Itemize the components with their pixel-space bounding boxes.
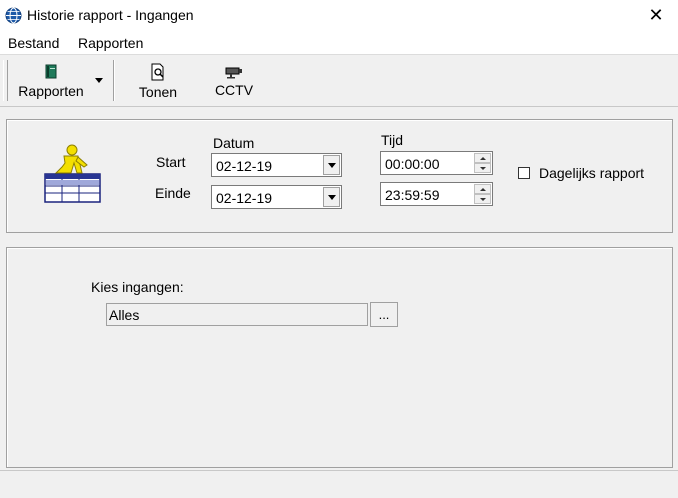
end-time-down-button[interactable] [474,194,491,204]
kies-ingangen-label: Kies ingangen: [91,279,184,295]
start-date-combo[interactable]: 02-12-19 [211,153,342,177]
window-title: Historie rapport - Ingangen [27,7,194,23]
chevron-down-icon [327,162,336,168]
camera-icon [225,67,242,79]
entrance-panel: Kies ingangen: Alles ... [6,247,673,468]
globe-icon [5,7,22,24]
tonen-toolbar-label: Tonen [138,84,178,100]
daily-report-checkbox[interactable] [518,167,530,179]
entrances-field[interactable]: Alles [106,303,368,326]
start-time-up-button[interactable] [474,153,491,163]
rapporten-toolbar-button[interactable]: Rapporten [14,58,88,104]
start-time-down-button[interactable] [474,163,491,173]
rapporten-toolbar-label: Rapporten [18,83,84,99]
daily-report-label: Dagelijks rapport [539,165,645,181]
end-time-value: 23:59:59 [385,187,440,203]
report-person-icon [44,144,101,203]
cctv-toolbar-button[interactable]: CCTV [210,58,258,104]
entrances-value: Alles [109,307,140,323]
browse-entrances-button[interactable]: ... [370,302,398,327]
toolbar-grip[interactable] [3,60,8,101]
chevron-down-icon[interactable] [95,78,103,83]
end-date-value: 02-12-19 [216,190,273,206]
start-time-value: 00:00:00 [385,156,440,172]
start-time-spinner[interactable]: 00:00:00 [380,151,493,175]
date-time-panel: Datum Tijd Start Einde 02-12-19 02-12-19… [6,119,673,233]
end-date-dropdown-button[interactable] [323,187,340,207]
menu-bestand[interactable]: Bestand [8,35,59,51]
end-time-spinner[interactable]: 23:59:59 [380,182,493,206]
title-bar: Historie rapport - Ingangen ✕ [0,0,678,32]
tonen-toolbar-button[interactable]: Tonen [134,58,182,104]
chevron-down-icon [327,194,336,200]
menu-bar: Bestand Rapporten [0,32,678,55]
end-time-up-button[interactable] [474,184,491,194]
book-icon [45,64,57,79]
tijd-label: Tijd [381,132,404,148]
menu-rapporten[interactable]: Rapporten [78,35,143,51]
end-date-combo[interactable]: 02-12-19 [211,185,342,209]
datum-label: Datum [213,135,255,151]
einde-label: Einde [155,185,191,201]
start-label: Start [156,154,186,170]
cctv-toolbar-label: CCTV [214,82,254,98]
start-date-dropdown-button[interactable] [323,155,340,175]
start-date-value: 02-12-19 [216,158,273,174]
close-icon[interactable]: ✕ [644,3,668,27]
status-bar [0,470,678,498]
preview-icon [151,63,164,81]
